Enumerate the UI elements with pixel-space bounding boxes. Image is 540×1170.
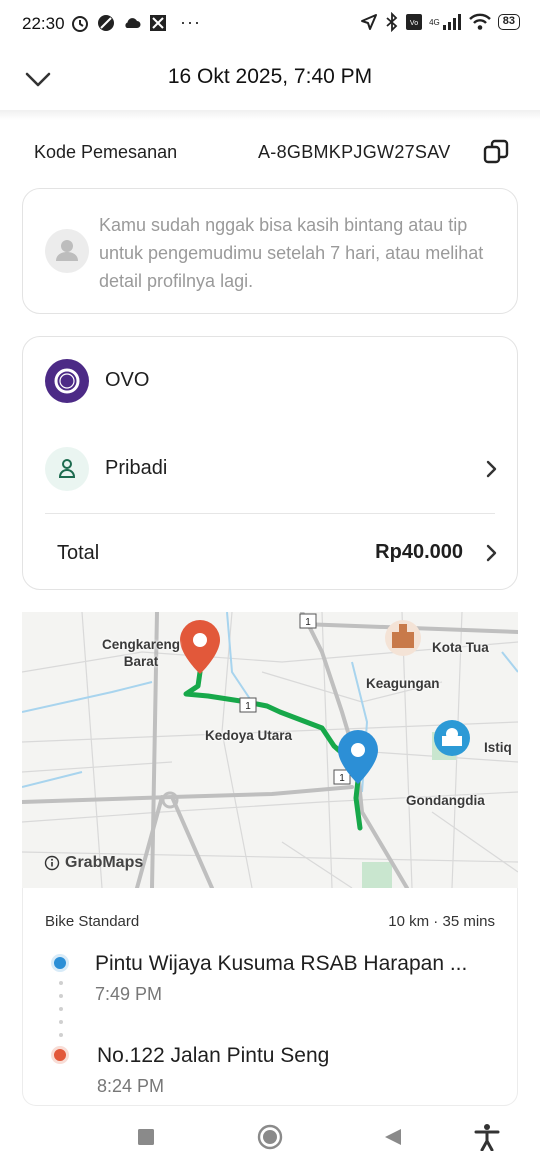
notice-text: Kamu sudah nggak bisa kasih bintang atau… — [99, 215, 484, 291]
route-map[interactable]: 1 1 1 Cengkareng Barat Kota Tua Keagunga… — [22, 612, 518, 888]
trip-details-card: Bike Standard 10 km · 35 mins Pintu Wija… — [22, 888, 518, 1106]
pickup-address: Pintu Wijaya Kusuma RSAB Harapan ... — [95, 952, 468, 975]
map-label-cengkareng: Cengkareng Barat — [102, 637, 181, 669]
booking-code-value: A-8GBMKPJGW27SAV — [258, 142, 451, 162]
status-icons-right: Vo 4G 83 — [359, 12, 520, 32]
cloud-icon — [125, 17, 141, 28]
svg-text:1: 1 — [245, 701, 251, 712]
dropoff-pin-icon[interactable] — [178, 618, 222, 676]
wifi-icon — [468, 13, 491, 30]
map-label-kedoya: Kedoya Utara — [205, 728, 293, 743]
total-value[interactable]: Rp40.000 — [375, 541, 463, 564]
payment-card: OVO Pribadi Total Rp40.000 — [22, 336, 518, 590]
header-divider — [0, 110, 540, 120]
divider — [45, 513, 495, 514]
person-placeholder-icon — [56, 240, 78, 261]
dropoff-time: 8:24 PM — [97, 1076, 165, 1096]
pickup-dot-icon — [51, 954, 69, 972]
profile-icon — [45, 447, 89, 491]
route-dot — [59, 1020, 63, 1024]
volte-icon: Vo — [406, 14, 423, 30]
dnd-icon — [98, 14, 114, 31]
svg-text:1: 1 — [305, 617, 311, 628]
bluetooth-icon — [386, 12, 398, 32]
map-attribution[interactable]: GrabMaps — [44, 854, 143, 872]
booking-code-label: Kode Pemesanan — [34, 142, 178, 162]
trip-distance-duration: 10 km · 35 mins — [388, 913, 495, 930]
system-nav-bar — [0, 1108, 540, 1170]
avatar — [45, 229, 89, 273]
pickup-pin-icon[interactable] — [336, 728, 380, 786]
profile-label[interactable]: Pribadi — [105, 457, 167, 480]
home-icon[interactable] — [257, 1124, 283, 1150]
back-icon[interactable] — [383, 1127, 403, 1147]
accessibility-icon[interactable] — [474, 1123, 500, 1151]
header: 16 Okt 2025, 7:40 PM — [0, 50, 540, 112]
recents-icon[interactable] — [137, 1128, 155, 1146]
status-icons-left: ··· — [70, 12, 201, 33]
route-dot — [59, 1033, 63, 1037]
status-time: 22:30 — [22, 14, 65, 33]
pickup-time: 7:49 PM — [95, 984, 163, 1004]
service-type: Bike Standard — [45, 913, 140, 930]
grabmaps-logo: GrabMaps — [65, 854, 144, 871]
total-label: Total — [57, 542, 100, 564]
app-notification-icon — [150, 14, 166, 31]
route-dot — [59, 994, 63, 998]
route-dot — [59, 1007, 63, 1011]
map-label-kota-tua: Kota Tua — [432, 640, 489, 655]
more-notifications: ··· — [180, 12, 201, 32]
location-icon — [361, 14, 378, 30]
page-title: 16 Okt 2025, 7:40 PM — [167, 65, 373, 88]
map-label-keagungan: Keagungan — [366, 676, 440, 691]
battery-icon: 83 — [497, 14, 520, 30]
svg-text:Vo: Vo — [410, 20, 418, 27]
map-label-gondangdia: Gondangdia — [406, 793, 485, 808]
map-label-istiq: Istiq — [484, 740, 512, 755]
road-badge: 1 1 1 — [239, 613, 351, 785]
signal-icon — [442, 14, 461, 30]
alarm-icon — [72, 15, 88, 32]
ovo-icon — [45, 359, 89, 403]
driver-notice-card: Kamu sudah nggak bisa kasih bintang atau… — [22, 188, 518, 314]
network-type: 4G — [429, 17, 440, 27]
dropoff-address: No.122 Jalan Pintu Seng — [97, 1044, 330, 1067]
copy-icon[interactable] — [482, 138, 510, 166]
chevron-right-icon[interactable] — [481, 543, 501, 563]
chevron-right-icon[interactable] — [481, 459, 501, 479]
dropoff-dot-icon — [51, 1046, 69, 1064]
info-icon[interactable] — [44, 855, 60, 871]
status-bar: 22:30 ··· Vo 4G 83 — [0, 0, 540, 50]
payment-method-label: OVO — [105, 369, 150, 391]
route-dot — [59, 981, 63, 985]
